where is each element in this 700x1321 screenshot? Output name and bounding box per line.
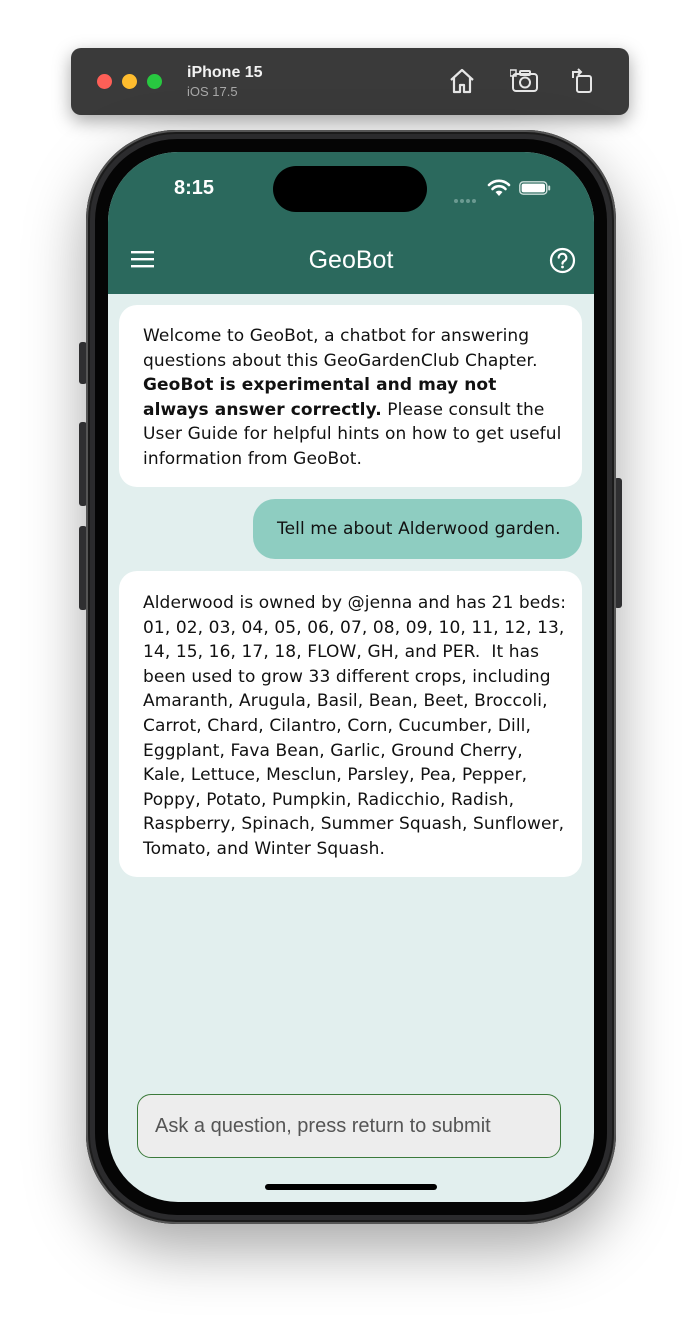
device-name: iPhone 15 — [187, 64, 263, 81]
screenshot-icon[interactable] — [510, 66, 540, 96]
os-version: iOS 17.5 — [187, 84, 238, 99]
wifi-icon — [487, 179, 511, 196]
bot-message-welcome: Welcome to GeoBot, a chatbot for answeri… — [119, 305, 582, 487]
close-window-button[interactable] — [97, 74, 112, 89]
zoom-window-button[interactable] — [147, 74, 162, 89]
minimize-window-button[interactable] — [122, 74, 137, 89]
rotate-icon[interactable] — [568, 66, 598, 96]
phone-screen: 8:15 GeoBot Welcome to GeoBot, a chatbot… — [108, 152, 594, 1202]
home-indicator[interactable] — [265, 1184, 437, 1190]
battery-icon — [519, 181, 551, 195]
home-icon[interactable] — [447, 66, 477, 96]
welcome-text: Welcome to GeoBot, a chatbot for answeri… — [143, 326, 538, 371]
app-header: 8:15 GeoBot — [108, 152, 594, 294]
user-message: Tell me about Alderwood garden. — [253, 499, 582, 559]
bot-answer-text: Alderwood is owned by @jenna and has 21 … — [143, 593, 572, 859]
user-message-text: Tell me about Alderwood garden. — [277, 519, 561, 539]
cellular-signal-icon — [454, 190, 478, 208]
status-time: 8:15 — [174, 177, 215, 199]
bot-message-answer: Alderwood is owned by @jenna and has 21 … — [119, 571, 582, 877]
help-icon[interactable] — [549, 247, 576, 274]
question-input[interactable] — [137, 1094, 561, 1158]
simulator-toolbar: iPhone 15 iOS 17.5 — [71, 48, 629, 115]
app-title: GeoBot — [308, 246, 394, 274]
dynamic-island — [273, 166, 427, 212]
